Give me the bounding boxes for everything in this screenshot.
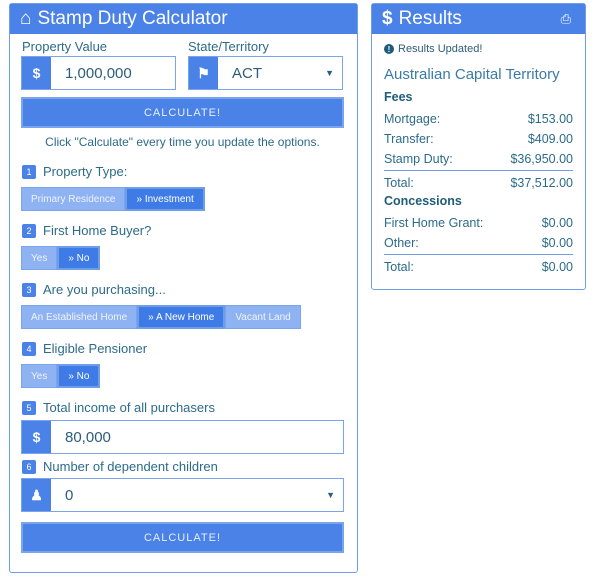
calculate-button-top[interactable]: CALCULATE! [21, 97, 344, 128]
user-icon: ♟ [22, 479, 51, 511]
caret-down-icon: ▼ [326, 490, 335, 500]
step-label: Number of dependent children [43, 459, 218, 474]
calculator-header: ⌂ Stamp Duty Calculator [10, 4, 357, 34]
print-icon[interactable]: ⎙ [561, 11, 571, 27]
concession-label: First Home Grant: [384, 216, 484, 230]
concessions-total-row: Total: $0.00 [384, 260, 573, 274]
step-children: 6 Number of dependent children [22, 459, 218, 474]
step-number: 4 [22, 341, 36, 356]
hint-text: Click "Calculate" every time you update … [45, 135, 320, 149]
children-select[interactable]: ♟ 0 ▼ [21, 478, 344, 512]
concession-label: Other: [384, 236, 419, 250]
calculate-button-bottom[interactable]: CALCULATE! [21, 522, 344, 553]
home-icon: ⌂ [20, 8, 32, 29]
step-pensioner: 4 Eligible Pensioner [22, 341, 147, 356]
option-investment[interactable]: » Investment [125, 187, 205, 211]
region-title: Australian Capital Territory [384, 66, 560, 83]
caret-down-icon: ▼ [325, 68, 334, 78]
step-number: 5 [22, 400, 36, 415]
option-no[interactable]: » No [57, 364, 101, 388]
option-established-home[interactable]: An Established Home [21, 305, 138, 329]
option-primary-residence[interactable]: Primary Residence [21, 187, 126, 211]
children-value: 0 [65, 486, 74, 504]
results-panel: $ Results ⎙ ! Results Updated! Australia… [371, 3, 586, 290]
results-title: Results [398, 8, 462, 29]
step-property-type: 1 Property Type: [22, 164, 127, 179]
property-value-text[interactable]: 1,000,000 [51, 57, 175, 89]
total-value: $0.00 [541, 260, 573, 274]
exclamation-circle-icon: ! [384, 44, 394, 54]
divider [384, 254, 573, 255]
option-no[interactable]: » No [57, 246, 101, 270]
pensioner-group: Yes » No [21, 364, 101, 388]
fee-row-mortgage: Mortgage: $153.00 [384, 112, 573, 126]
fee-value: $153.00 [527, 112, 573, 126]
concession-row-other: Other: $0.00 [384, 236, 573, 250]
fee-label: Stamp Duty: [384, 152, 453, 166]
step-label: Property Type: [43, 164, 128, 179]
step-first-home-buyer: 2 First Home Buyer? [22, 223, 151, 238]
option-yes[interactable]: Yes [21, 364, 58, 388]
fee-row-transfer: Transfer: $409.00 [384, 132, 573, 146]
step-number: 2 [22, 223, 36, 238]
state-select-value[interactable]: ACT ▼ [218, 57, 342, 89]
concession-value: $0.00 [541, 236, 573, 250]
step-label: Are you purchasing... [43, 282, 166, 297]
total-value: $37,512.00 [510, 176, 573, 190]
property-value-label: Property Value [22, 39, 108, 54]
income-value[interactable]: 80,000 [51, 421, 343, 453]
state-select[interactable]: ⚑ ACT ▼ [188, 56, 343, 90]
income-input[interactable]: $ 80,000 [21, 420, 344, 454]
step-purchasing: 3 Are you purchasing... [22, 282, 166, 297]
calculator-title: Stamp Duty Calculator [37, 8, 228, 29]
step-number: 1 [22, 164, 36, 179]
fee-row-stamp-duty: Stamp Duty: $36,950.00 [384, 152, 573, 166]
concessions-heading: Concessions [384, 194, 462, 208]
step-label: Total income of all purchasers [43, 400, 215, 415]
total-label: Total: [384, 176, 414, 190]
first-home-buyer-group: Yes » No [21, 246, 101, 270]
fee-label: Transfer: [384, 132, 434, 146]
concession-value: $0.00 [541, 216, 573, 230]
dollar-icon: $ [382, 8, 393, 29]
concession-row-first-home-grant: First Home Grant: $0.00 [384, 216, 573, 230]
state-value: ACT [232, 64, 262, 82]
dollar-icon: $ [22, 57, 51, 89]
step-income: 5 Total income of all purchasers [22, 400, 215, 415]
total-label: Total: [384, 260, 414, 274]
option-vacant-land[interactable]: Vacant Land [225, 305, 301, 329]
divider [384, 170, 573, 171]
flag-icon: ⚑ [189, 57, 218, 89]
purchasing-group: An Established Home » A New Home Vacant … [21, 305, 301, 329]
option-new-home[interactable]: » A New Home [137, 305, 226, 329]
fees-total-row: Total: $37,512.00 [384, 176, 573, 190]
children-select-value[interactable]: 0 ▼ [51, 479, 343, 511]
results-status: ! Results Updated! [384, 43, 482, 55]
property-type-group: Primary Residence » Investment [21, 187, 205, 211]
property-value-input[interactable]: $ 1,000,000 [21, 56, 176, 90]
fee-value: $409.00 [527, 132, 573, 146]
option-yes[interactable]: Yes [21, 246, 58, 270]
dollar-icon: $ [22, 421, 51, 453]
step-number: 3 [22, 282, 36, 297]
step-label: First Home Buyer? [43, 223, 152, 238]
fee-value: $36,950.00 [510, 152, 573, 166]
state-label: State/Territory [188, 39, 269, 54]
step-label: Eligible Pensioner [43, 341, 148, 356]
results-header: $ Results ⎙ [372, 4, 585, 34]
fee-label: Mortgage: [384, 112, 441, 126]
fees-heading: Fees [384, 90, 413, 104]
step-number: 6 [22, 459, 36, 474]
status-text: Results Updated! [398, 43, 483, 55]
